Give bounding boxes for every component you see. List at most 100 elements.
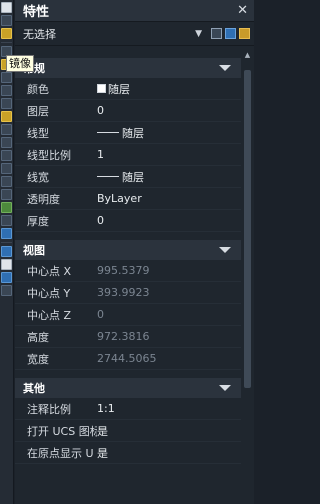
- property-row-layer[interactable]: 图层 0: [15, 100, 241, 122]
- explode-tool-icon[interactable]: [1, 215, 12, 226]
- move-tool-icon[interactable]: [1, 72, 12, 83]
- property-row-center-z[interactable]: 中心点 Z 0: [15, 304, 241, 326]
- property-row-center-x[interactable]: 中心点 X 995.5379: [15, 260, 241, 282]
- blend-tool-icon[interactable]: [1, 202, 12, 213]
- section-title: 其他: [23, 382, 45, 395]
- scrollbar-thumb[interactable]: [244, 70, 251, 388]
- property-label: 线宽: [27, 170, 49, 184]
- palette-title-bar[interactable]: 特性 ✕: [15, 0, 254, 22]
- property-row-annotation-scale[interactable]: 注释比例 1:1: [15, 398, 241, 420]
- property-value-text: 随层: [108, 82, 130, 96]
- property-row-ucs-at-origin[interactable]: 在原点显示 U 是: [15, 442, 241, 464]
- section-general: 常规 颜色 随层 图层 0 线型 随层 线型比例 1 线宽 随层 透明度 ByL…: [15, 58, 241, 232]
- property-value[interactable]: 0: [97, 104, 241, 117]
- property-value[interactable]: 1: [97, 148, 241, 161]
- chamfer-tool-icon[interactable]: [1, 176, 12, 187]
- property-label: 注释比例: [27, 402, 71, 416]
- edit-tool-icon[interactable]: [1, 228, 12, 239]
- property-value[interactable]: ByLayer: [97, 192, 241, 205]
- property-value[interactable]: 0: [97, 214, 241, 227]
- toolbar-divider: [1, 42, 12, 43]
- scroll-up-icon[interactable]: ▲: [243, 50, 252, 60]
- join-tool-icon[interactable]: [1, 163, 12, 174]
- block-tool-icon[interactable]: [1, 285, 12, 296]
- property-label: 高度: [27, 330, 49, 344]
- property-value[interactable]: 是: [97, 445, 241, 461]
- chevron-down-icon[interactable]: ▼: [195, 29, 202, 39]
- color-swatch-icon: [97, 84, 106, 93]
- selection-dropdown-row: 无选择 ▼: [15, 22, 254, 46]
- property-row-transparency[interactable]: 透明度 ByLayer: [15, 188, 241, 210]
- property-value[interactable]: 1:1: [97, 402, 241, 415]
- selection-dropdown[interactable]: 无选择: [23, 26, 195, 42]
- match-tool-icon[interactable]: [1, 272, 12, 283]
- section-title: 视图: [23, 244, 45, 257]
- copy-tool-icon[interactable]: [1, 15, 12, 26]
- property-label: 宽度: [27, 352, 49, 366]
- property-value: 2744.5065: [97, 352, 157, 365]
- trim-tool-icon[interactable]: [1, 124, 12, 135]
- tooltip: 镜像: [6, 55, 34, 72]
- section-misc: 其他 注释比例 1:1 打开 UCS 图标 是 在原点显示 U 是: [15, 378, 241, 464]
- property-value[interactable]: 随层: [97, 169, 241, 185]
- fillet-tool-icon[interactable]: [1, 189, 12, 200]
- property-value[interactable]: 随层: [97, 125, 241, 141]
- mirror-tool-icon[interactable]: [1, 28, 12, 39]
- property-value: 972.3816: [97, 330, 150, 343]
- linetype-sample-icon: [97, 132, 119, 133]
- quick-select-icon[interactable]: [239, 28, 250, 39]
- property-label: 厚度: [27, 214, 49, 228]
- section-view: 视图 中心点 X 995.5379 中心点 Y 393.9923 中心点 Z 0…: [15, 240, 241, 370]
- property-row-color[interactable]: 颜色 随层: [15, 78, 241, 100]
- property-value: 995.5379: [97, 264, 150, 277]
- collapse-triangle-icon[interactable]: [219, 385, 231, 391]
- scale-tool-icon[interactable]: [1, 98, 12, 109]
- select-objects-icon[interactable]: [225, 28, 236, 39]
- palette-title: 特性: [23, 5, 50, 20]
- property-row-linetype-scale[interactable]: 线型比例 1: [15, 144, 241, 166]
- collapse-triangle-icon[interactable]: [219, 247, 231, 253]
- section-header-view[interactable]: 视图: [15, 240, 241, 260]
- property-value: 0: [97, 308, 104, 321]
- toggle-pickadd-icon[interactable]: [211, 28, 222, 39]
- property-label: 中心点 X: [27, 264, 72, 278]
- properties-content: 常规 颜色 随层 图层 0 线型 随层 线型比例 1 线宽 随层 透明度 ByL…: [15, 50, 241, 504]
- property-label: 打开 UCS 图标: [27, 424, 97, 438]
- break-tool-icon[interactable]: [1, 150, 12, 161]
- properties-tool-icon[interactable]: [1, 259, 12, 270]
- property-label: 在原点显示 U: [27, 446, 94, 460]
- property-row-center-y[interactable]: 中心点 Y 393.9923: [15, 282, 241, 304]
- collapse-triangle-icon[interactable]: [219, 65, 231, 71]
- properties-palette: 特性 ✕ 无选择 ▼ 常规 颜色 随层 图层 0 线型 随层 线型比例 1 线宽…: [15, 0, 254, 504]
- property-label: 中心点 Y: [27, 286, 71, 300]
- property-value[interactable]: 是: [97, 423, 241, 439]
- layer-tool-icon[interactable]: [1, 246, 12, 257]
- section-header-general[interactable]: 常规: [15, 58, 241, 78]
- stretch-tool-icon[interactable]: [1, 111, 12, 122]
- property-label: 线型: [27, 126, 49, 140]
- property-row-width[interactable]: 宽度 2744.5065: [15, 348, 241, 370]
- property-row-ucs-icon-on[interactable]: 打开 UCS 图标 是: [15, 420, 241, 442]
- property-row-height[interactable]: 高度 972.3816: [15, 326, 241, 348]
- property-row-linetype[interactable]: 线型 随层: [15, 122, 241, 144]
- property-row-thickness[interactable]: 厚度 0: [15, 210, 241, 232]
- toolbar-divider: [1, 242, 12, 243]
- left-toolbar: [0, 0, 14, 504]
- close-icon[interactable]: ✕: [237, 3, 248, 18]
- extend-tool-icon[interactable]: [1, 137, 12, 148]
- property-label: 透明度: [27, 192, 60, 206]
- property-label: 颜色: [27, 82, 49, 96]
- property-label: 中心点 Z: [27, 308, 72, 322]
- property-label: 图层: [27, 104, 49, 118]
- property-label: 线型比例: [27, 148, 71, 162]
- section-header-misc[interactable]: 其他: [15, 378, 241, 398]
- property-value[interactable]: 随层: [97, 81, 241, 97]
- vertical-scrollbar[interactable]: ▲: [243, 50, 252, 504]
- property-row-lineweight[interactable]: 线宽 随层: [15, 166, 241, 188]
- eraser-tool-icon[interactable]: [1, 2, 12, 13]
- property-value: 393.9923: [97, 286, 150, 299]
- rotate-tool-icon[interactable]: [1, 85, 12, 96]
- property-value-text: 随层: [122, 126, 144, 140]
- lineweight-sample-icon: [97, 176, 119, 177]
- property-value-text: 随层: [122, 170, 144, 184]
